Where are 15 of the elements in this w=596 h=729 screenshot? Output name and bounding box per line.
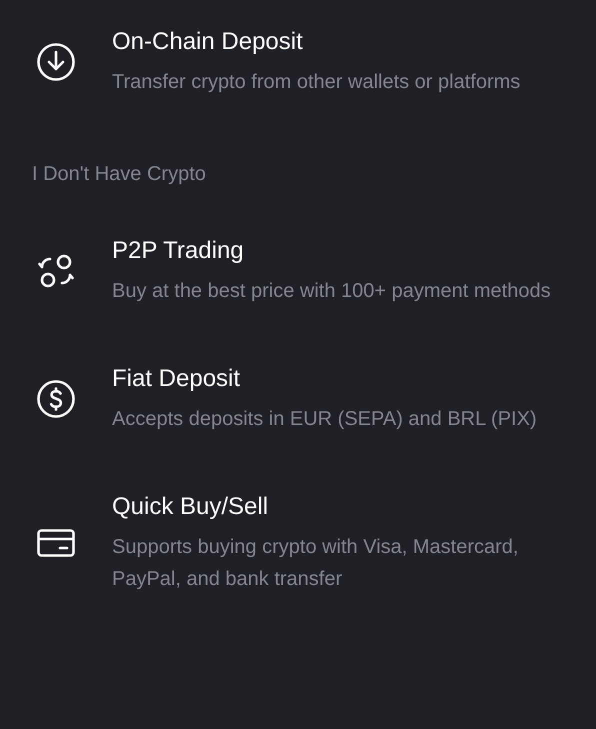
option-title: On-Chain Deposit <box>112 27 304 57</box>
option-title: Fiat Deposit <box>112 364 242 394</box>
option-title: Quick Buy/Sell <box>112 492 270 522</box>
option-item[interactable]: P2P Trading Buy at the best price with 100+ payment methods <box>0 235 596 307</box>
option-item[interactable]: Fiat Deposit Accepts deposits in EUR (SEPA) and BRL (PIX) <box>0 363 596 435</box>
option-item[interactable]: Quick Buy/Sell Supports buying crypto with Visa, Mastercard, PayPal, and bank transfer <box>0 491 596 595</box>
download-icon <box>36 42 76 82</box>
option-description: Supports buying crypto with Visa, Mastercard, PayPal, and bank transfer <box>112 535 520 592</box>
option-item[interactable]: On-Chain Deposit Transfer crypto from other wallets or platforms <box>0 26 596 98</box>
dollar-icon <box>36 379 76 419</box>
section-header: I Don't Have Crypto <box>32 162 207 187</box>
option-description: Buy at the best price with 100+ payment methods <box>112 279 552 304</box>
option-description: Accepts deposits in EUR (SEPA) and BRL (PIX) <box>112 407 538 432</box>
option-description: Transfer crypto from other wallets or platforms <box>112 70 522 95</box>
option-title: P2P Trading <box>112 236 245 266</box>
